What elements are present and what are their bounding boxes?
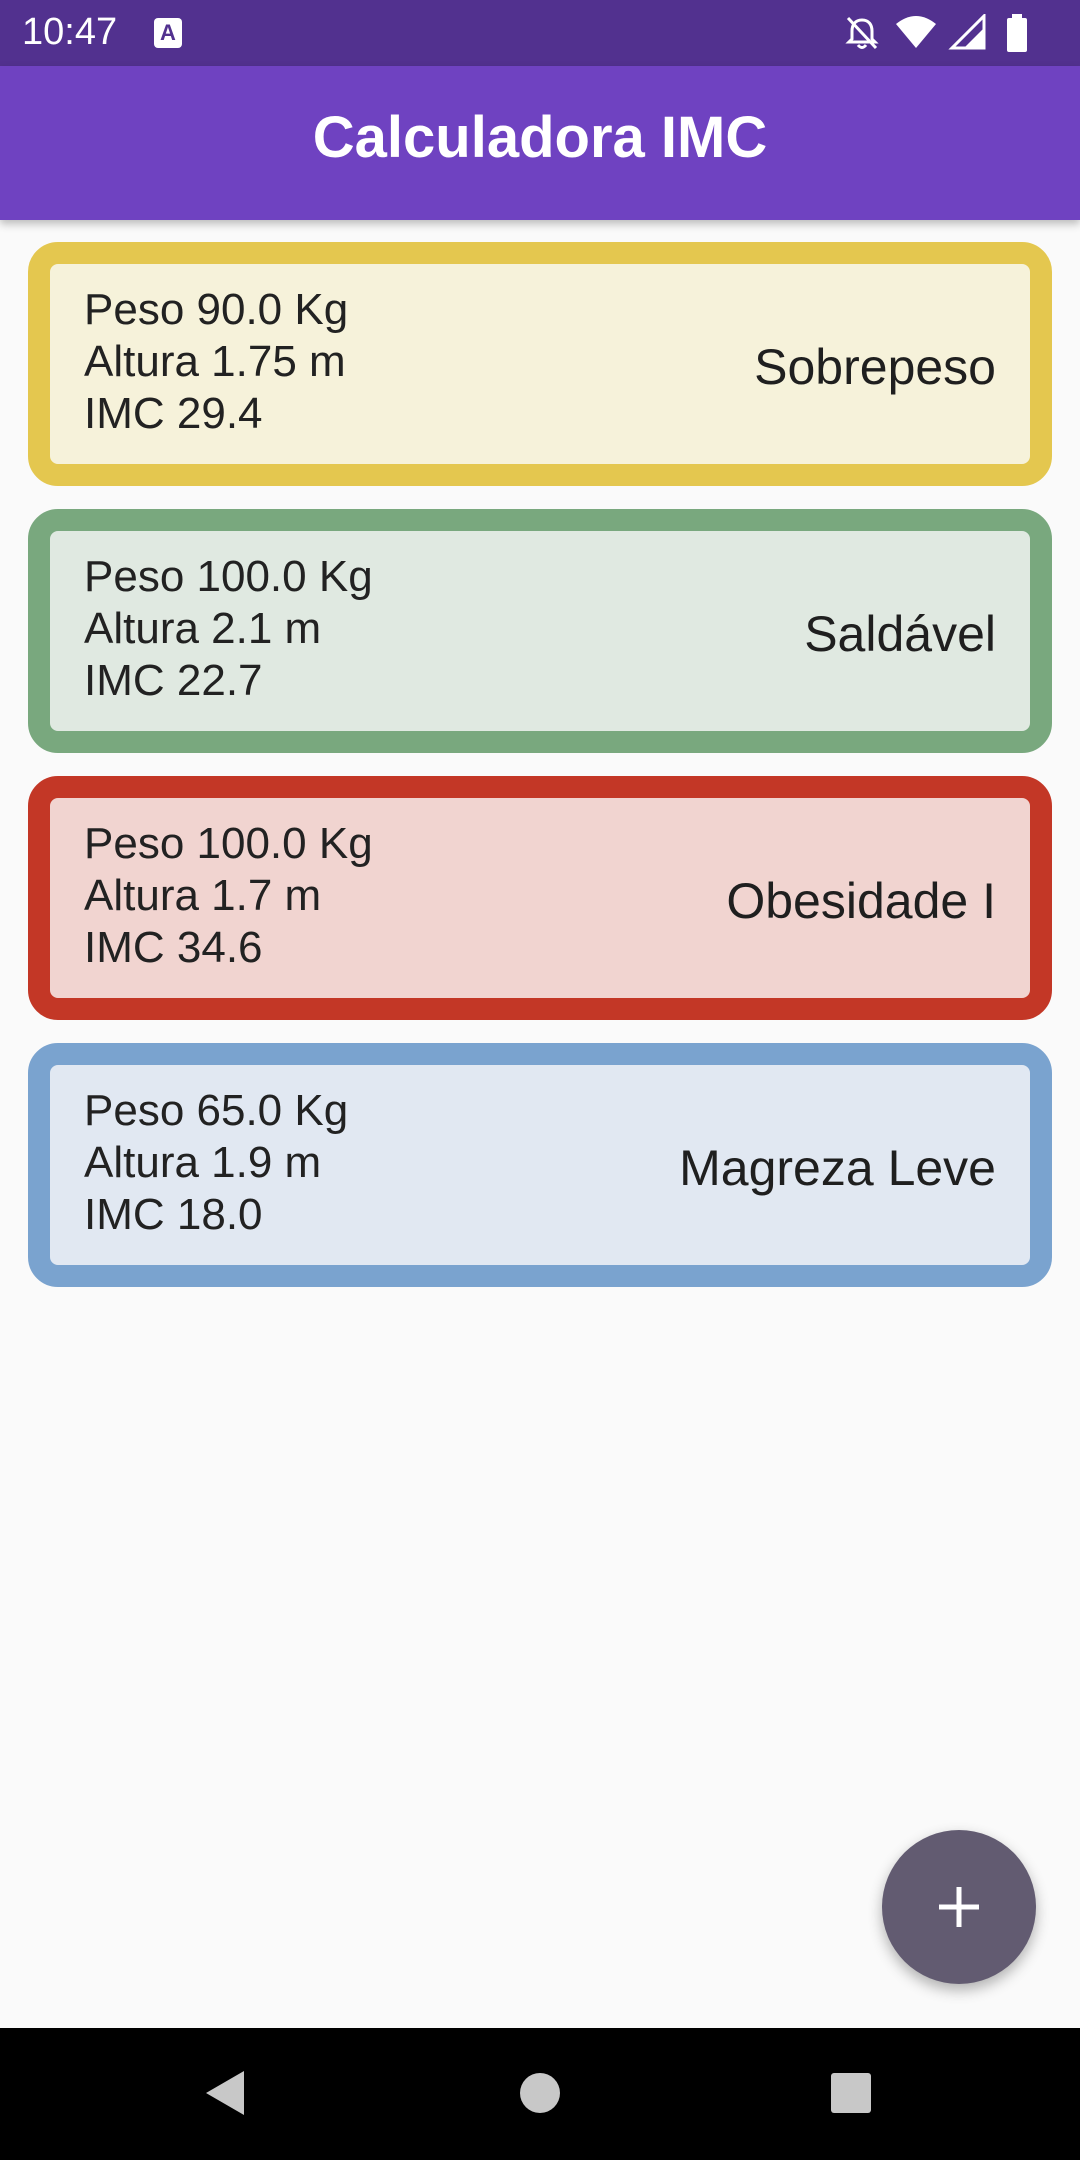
record-altura: Altura 1.75 m bbox=[84, 337, 346, 386]
record-peso: Peso 65.0 Kg bbox=[84, 1086, 349, 1135]
battery-icon bbox=[1007, 14, 1027, 52]
add-icon bbox=[939, 1887, 979, 1927]
record-category: Saldável bbox=[804, 606, 996, 662]
record-peso: Peso 100.0 Kg bbox=[84, 552, 373, 601]
record-category: Magreza Leve bbox=[679, 1140, 996, 1196]
home-icon[interactable] bbox=[517, 2070, 563, 2116]
back-icon[interactable] bbox=[202, 2068, 248, 2118]
imc-record-card[interactable]: Peso 100.0 Kg Altura 1.7 m IMC 34.6 Obes… bbox=[28, 776, 1052, 1020]
add-record-button[interactable] bbox=[882, 1830, 1036, 1984]
record-imc: IMC 29.4 bbox=[84, 389, 263, 438]
imc-record-list: Peso 90.0 Kg Altura 1.75 m IMC 29.4 Sobr… bbox=[28, 242, 1052, 1310]
system-nav-bar bbox=[0, 2028, 1080, 2160]
app-bar: Calculadora IMC bbox=[0, 66, 1080, 220]
record-peso: Peso 90.0 Kg bbox=[84, 285, 349, 334]
record-altura: Altura 2.1 m bbox=[84, 604, 322, 653]
wifi-icon bbox=[896, 16, 936, 48]
cellular-signal-icon bbox=[948, 14, 986, 50]
record-imc: IMC 18.0 bbox=[84, 1190, 263, 1239]
record-info: Peso 100.0 Kg Altura 2.1 m IMC 22.7 bbox=[84, 551, 373, 707]
imc-record-card[interactable]: Peso 65.0 Kg Altura 1.9 m IMC 18.0 Magre… bbox=[28, 1043, 1052, 1287]
record-peso: Peso 100.0 Kg bbox=[84, 819, 373, 868]
record-category: Sobrepeso bbox=[754, 339, 996, 395]
notifications-off-icon bbox=[845, 16, 879, 50]
status-bar: 10:47 A bbox=[0, 0, 1080, 66]
imc-record-card[interactable]: Peso 100.0 Kg Altura 2.1 m IMC 22.7 Sald… bbox=[28, 509, 1052, 753]
status-time: 10:47 bbox=[22, 11, 118, 53]
a-icon: A bbox=[154, 18, 182, 48]
record-info: Peso 65.0 Kg Altura 1.9 m IMC 18.0 bbox=[84, 1085, 348, 1241]
page-title: Calculadora IMC bbox=[312, 105, 768, 170]
record-info: Peso 100.0 Kg Altura 1.7 m IMC 34.6 bbox=[84, 818, 373, 974]
record-altura: Altura 1.9 m bbox=[84, 1138, 322, 1187]
record-info: Peso 90.0 Kg Altura 1.75 m IMC 29.4 bbox=[84, 284, 348, 440]
record-altura: Altura 1.7 m bbox=[84, 871, 322, 920]
record-imc: IMC 34.6 bbox=[84, 923, 263, 972]
record-category: Obesidade I bbox=[726, 873, 996, 929]
record-imc: IMC 22.7 bbox=[84, 656, 263, 705]
recents-icon[interactable] bbox=[829, 2071, 873, 2115]
imc-record-card[interactable]: Peso 90.0 Kg Altura 1.75 m IMC 29.4 Sobr… bbox=[28, 242, 1052, 486]
